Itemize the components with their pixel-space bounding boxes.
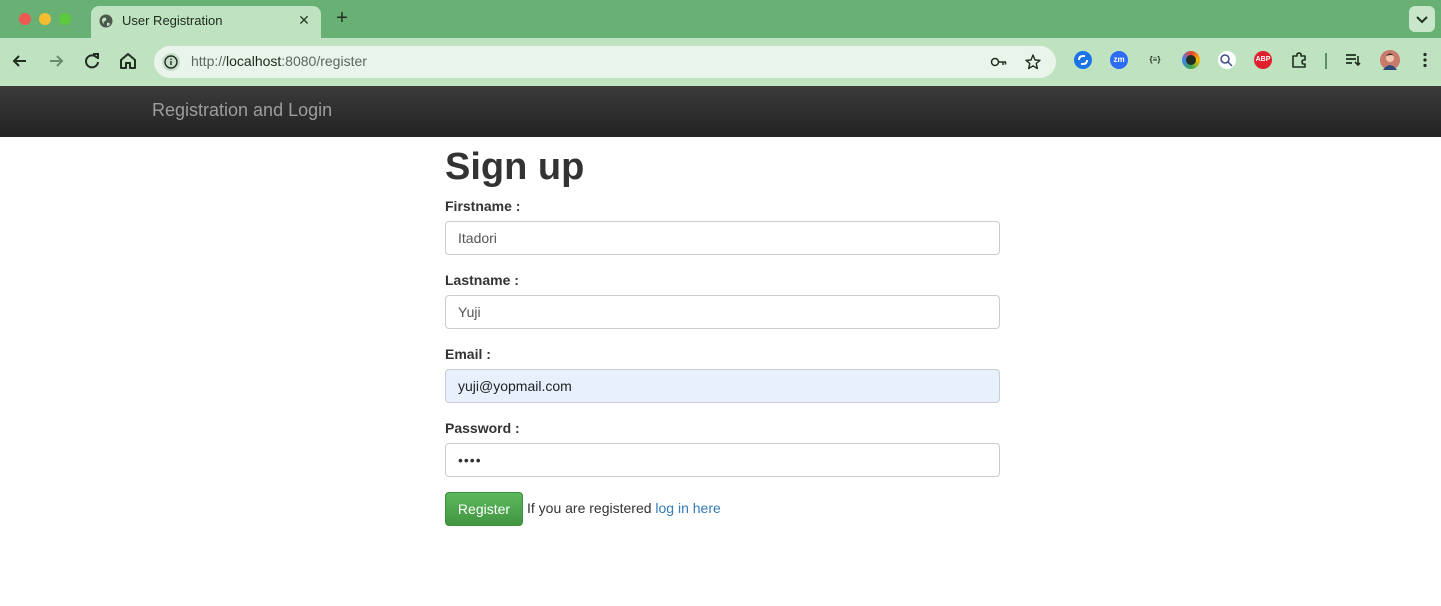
puzzle-extensions-icon[interactable] bbox=[1290, 51, 1308, 69]
globe-icon bbox=[99, 14, 113, 28]
browser-tab-active[interactable]: User Registration ✕ bbox=[91, 6, 321, 38]
translate-extension-icon[interactable] bbox=[1218, 51, 1236, 69]
login-link[interactable]: log in here bbox=[655, 500, 720, 516]
bookmark-star-icon[interactable] bbox=[1024, 53, 1042, 71]
back-arrow-icon[interactable] bbox=[9, 50, 31, 72]
zoom-extension-icon[interactable]: zm bbox=[1110, 51, 1128, 69]
email-input[interactable] bbox=[445, 369, 1000, 403]
site-navbar: Registration and Login bbox=[0, 86, 1441, 137]
password-input[interactable] bbox=[445, 443, 1000, 477]
tab-search-button[interactable] bbox=[1409, 6, 1435, 32]
home-icon[interactable] bbox=[117, 50, 139, 72]
site-info-icon[interactable] bbox=[162, 53, 180, 71]
email-label: Email : bbox=[445, 346, 491, 362]
navbar-brand[interactable]: Registration and Login bbox=[152, 100, 332, 121]
address-bar[interactable]: http://localhost:8080/register bbox=[154, 46, 1056, 78]
adblock-extension-icon[interactable]: ABP bbox=[1254, 51, 1272, 69]
firstname-input[interactable] bbox=[445, 221, 1000, 255]
reading-list-icon[interactable] bbox=[1344, 51, 1362, 69]
maximize-window-button[interactable] bbox=[59, 13, 71, 25]
reload-icon[interactable] bbox=[81, 50, 103, 72]
login-prompt: If you are registered log in here bbox=[527, 500, 721, 516]
lastname-label: Lastname : bbox=[445, 272, 519, 288]
forward-arrow-icon[interactable] bbox=[45, 50, 67, 72]
lastname-input[interactable] bbox=[445, 295, 1000, 329]
register-button[interactable]: Register bbox=[445, 492, 523, 526]
new-tab-button[interactable]: + bbox=[333, 8, 351, 28]
minimize-window-button[interactable] bbox=[39, 13, 51, 25]
password-key-icon[interactable] bbox=[990, 53, 1008, 71]
color-extension-icon[interactable] bbox=[1182, 51, 1200, 69]
login-prompt-text: If you are registered bbox=[527, 500, 652, 516]
password-label: Password : bbox=[445, 420, 520, 436]
more-menu-icon[interactable] bbox=[1416, 51, 1434, 69]
chevron-down-icon bbox=[1416, 16, 1428, 24]
tab-title: User Registration bbox=[122, 13, 223, 28]
url-text: http://localhost:8080/register bbox=[191, 53, 367, 69]
sync-extension-icon[interactable] bbox=[1074, 51, 1092, 69]
json-extension-icon[interactable]: {≡} bbox=[1146, 51, 1164, 69]
page-title: Sign up bbox=[445, 146, 585, 188]
avatar[interactable] bbox=[1380, 50, 1400, 70]
toolbar-divider bbox=[1325, 53, 1327, 69]
close-tab-icon[interactable]: ✕ bbox=[295, 11, 313, 29]
close-window-button[interactable] bbox=[19, 13, 31, 25]
browser-toolbar: http://localhost:8080/register zm {≡} AB… bbox=[0, 38, 1441, 86]
firstname-label: Firstname : bbox=[445, 198, 521, 214]
browser-tabbar: User Registration ✕ + bbox=[0, 0, 1441, 38]
